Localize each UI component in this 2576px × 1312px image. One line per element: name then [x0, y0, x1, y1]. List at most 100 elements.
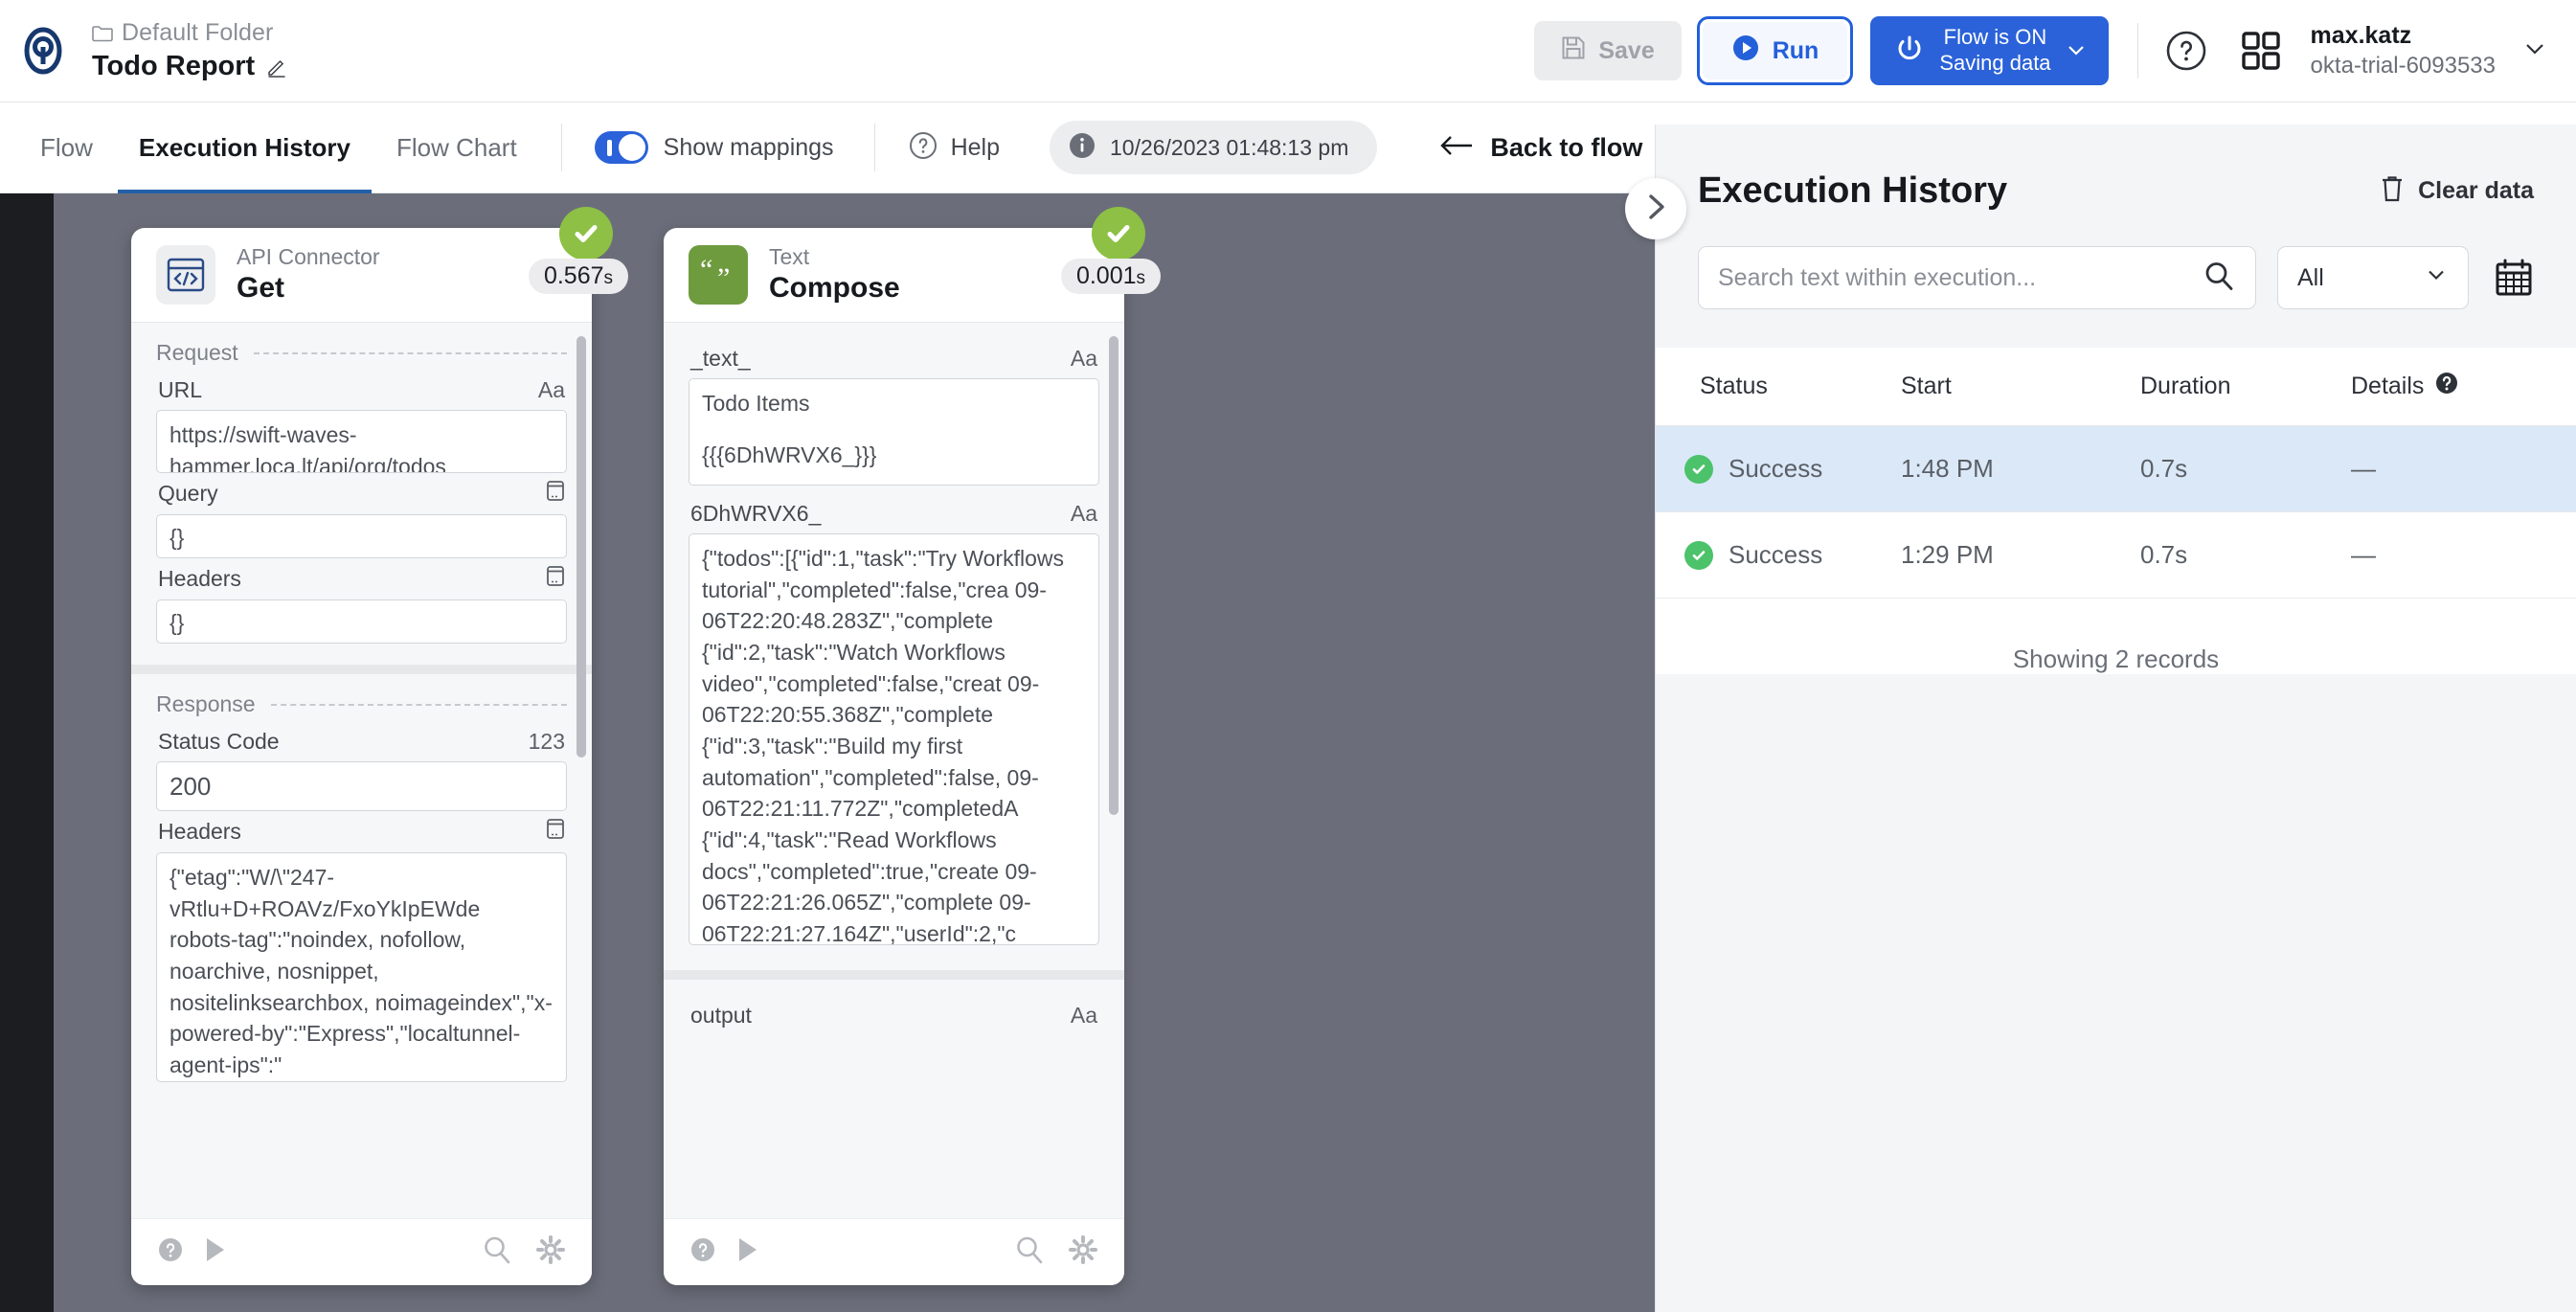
tab-execution-history[interactable]: Execution History	[135, 102, 354, 193]
clipboard-icon[interactable]	[546, 817, 565, 846]
save-button[interactable]: Save	[1534, 21, 1681, 80]
section-response: Response	[131, 674, 592, 723]
field-text[interactable]: _text_ Aa Todo Items {{{6DhWRVX6_}}}	[664, 340, 1124, 486]
folder-name: Default Folder	[122, 19, 273, 47]
play-icon[interactable]	[204, 1236, 227, 1268]
execution-timestamp-pill[interactable]: 10/26/2023 01:48:13 pm	[1050, 121, 1377, 174]
panel-collapse-toggle[interactable]	[1625, 178, 1686, 239]
field-label: Query	[158, 481, 218, 507]
field-url[interactable]: URL Aa https://swift-waves-hammer.loca.l…	[131, 372, 592, 473]
run-button[interactable]: Run	[1703, 22, 1848, 79]
field-type-badge: Aa	[1071, 1003, 1097, 1029]
tab-flow[interactable]: Flow	[36, 102, 97, 193]
search-input[interactable]	[1718, 264, 2203, 292]
response-headers-input[interactable]: {"etag":"W/\"247-vRtlu+D+ROAVz/FxoYkIpEW…	[156, 852, 567, 1082]
account-name: max.katz	[2311, 21, 2496, 52]
back-to-flow-button[interactable]: Back to flow	[1440, 133, 1642, 163]
floppy-icon	[1561, 35, 1586, 67]
field-type-badge: Aa	[538, 377, 565, 403]
grid-apps-icon[interactable]	[2238, 28, 2284, 74]
field-request-headers[interactable]: Headers {}	[131, 558, 592, 644]
gear-icon[interactable]	[1069, 1235, 1097, 1269]
help-circle-icon[interactable]	[690, 1237, 715, 1267]
chevron-right-icon	[1640, 192, 1671, 227]
search-icon[interactable]	[2203, 260, 2234, 296]
column-header-status: Status	[1656, 373, 1901, 400]
flow-status-button[interactable]: Flow is ON Saving data	[1870, 16, 2108, 85]
node-body[interactable]: Request URL Aa https://swift-waves-hamme…	[131, 322, 592, 1218]
node-duration-value: 0.567	[544, 262, 604, 289]
row-status: Success	[1656, 454, 1901, 484]
play-icon[interactable]	[736, 1236, 759, 1268]
field-status-code[interactable]: Status Code 123 200	[131, 723, 592, 811]
node-header: API Connector Get 0.567s	[131, 228, 592, 322]
node-duration-badge: 0.567s	[529, 259, 628, 294]
section-title: Request	[156, 340, 238, 366]
request-headers-input[interactable]: {}	[156, 599, 567, 644]
pencil-icon[interactable]	[266, 57, 287, 78]
node-text-compose[interactable]: “ ” Text Compose 0.001s	[664, 228, 1124, 1285]
executions-table: Status Start Duration Details Success	[1656, 348, 2576, 674]
header-actions: Save Run Flow is ON Saving data	[1534, 0, 2576, 102]
execution-history-panel: Execution History Clear data All	[1655, 124, 2576, 1312]
table-row[interactable]: Success 1:29 PM 0.7s —	[1656, 512, 2576, 599]
field-response-headers[interactable]: Headers {"etag":"W/\"247-vRtlu+D+ROAVz/F…	[131, 811, 592, 1082]
node-name: Get	[237, 271, 380, 305]
gear-icon[interactable]	[536, 1235, 565, 1269]
folder-breadcrumb[interactable]: Default Folder	[92, 19, 287, 47]
panel-controls: All	[1656, 212, 2576, 309]
node-api-connector-get[interactable]: API Connector Get 0.567s Request URL	[131, 228, 592, 1285]
code-window-icon	[156, 245, 215, 305]
column-header-details: Details	[2351, 372, 2576, 401]
node-scrollbar[interactable]	[576, 336, 586, 758]
show-mappings-control[interactable]: Show mappings	[595, 131, 834, 164]
panel-title: Execution History	[1698, 170, 2007, 212]
tab-flow-chart[interactable]: Flow Chart	[393, 102, 521, 193]
text-input[interactable]: Todo Items {{{6DhWRVX6_}}}	[689, 378, 1099, 486]
panel-header: Execution History Clear data	[1656, 124, 2576, 212]
account-info[interactable]: max.katz okta-trial-6093533	[2311, 21, 2496, 80]
brand-logo-icon[interactable]	[17, 25, 69, 77]
section-separator	[131, 665, 592, 674]
question-filled-icon[interactable]	[2435, 372, 2458, 401]
section-separator	[664, 970, 1124, 980]
node-body[interactable]: _text_ Aa Todo Items {{{6DhWRVX6_}}} 6Dh…	[664, 322, 1124, 1218]
search-icon[interactable]	[1015, 1235, 1044, 1269]
status-code-input[interactable]: 200	[156, 761, 567, 811]
search-icon[interactable]	[483, 1235, 511, 1269]
url-input[interactable]: https://swift-waves-hammer.loca.lt/api/o…	[156, 410, 567, 473]
row-duration: 0.7s	[2140, 454, 2351, 484]
clear-data-button[interactable]: Clear data	[2380, 174, 2534, 208]
row-status-label: Success	[1729, 540, 1822, 570]
query-input[interactable]: {}	[156, 514, 567, 558]
toggle-bar-icon	[607, 140, 612, 156]
row-details: —	[2351, 540, 2576, 570]
clipboard-icon[interactable]	[546, 479, 565, 508]
help-circle-icon[interactable]	[158, 1237, 183, 1267]
show-mappings-toggle[interactable]	[595, 131, 648, 164]
search-box[interactable]	[1698, 246, 2256, 309]
table-header-row: Status Start Duration Details	[1656, 348, 2576, 426]
field-mapping-6dhwrvx6[interactable]: 6DhWRVX6_ Aa {"todos":[{"id":1,"task":"T…	[664, 486, 1124, 945]
clipboard-icon[interactable]	[546, 564, 565, 593]
field-label: Headers	[158, 566, 241, 592]
flow-canvas[interactable]: API Connector Get 0.567s Request URL	[54, 193, 1655, 1312]
column-header-duration: Duration	[2140, 373, 2351, 400]
check-circle-icon	[1092, 207, 1145, 260]
status-filter-select[interactable]: All	[2277, 246, 2469, 309]
column-header-details-label: Details	[2351, 373, 2424, 400]
calendar-icon[interactable]	[2490, 251, 2538, 305]
field-output[interactable]: output Aa	[664, 980, 1124, 1035]
row-start: 1:48 PM	[1901, 454, 2140, 484]
power-icon	[1893, 34, 1926, 69]
chevron-down-icon	[2065, 38, 2088, 64]
text-input-line2: {{{6DhWRVX6_}}}	[702, 440, 1086, 471]
nav-help-button[interactable]: Help	[908, 130, 1000, 166]
field-query[interactable]: Query {}	[131, 473, 592, 558]
node-scrollbar[interactable]	[1109, 336, 1119, 815]
account-chevron-down-icon[interactable]	[2520, 34, 2549, 68]
field-type-badge: Aa	[1071, 501, 1097, 527]
table-row[interactable]: Success 1:48 PM 0.7s —	[1656, 426, 2576, 512]
mapping-value-input[interactable]: {"todos":[{"id":1,"task":"Try Workflows …	[689, 533, 1099, 945]
help-icon[interactable]	[2163, 28, 2209, 74]
